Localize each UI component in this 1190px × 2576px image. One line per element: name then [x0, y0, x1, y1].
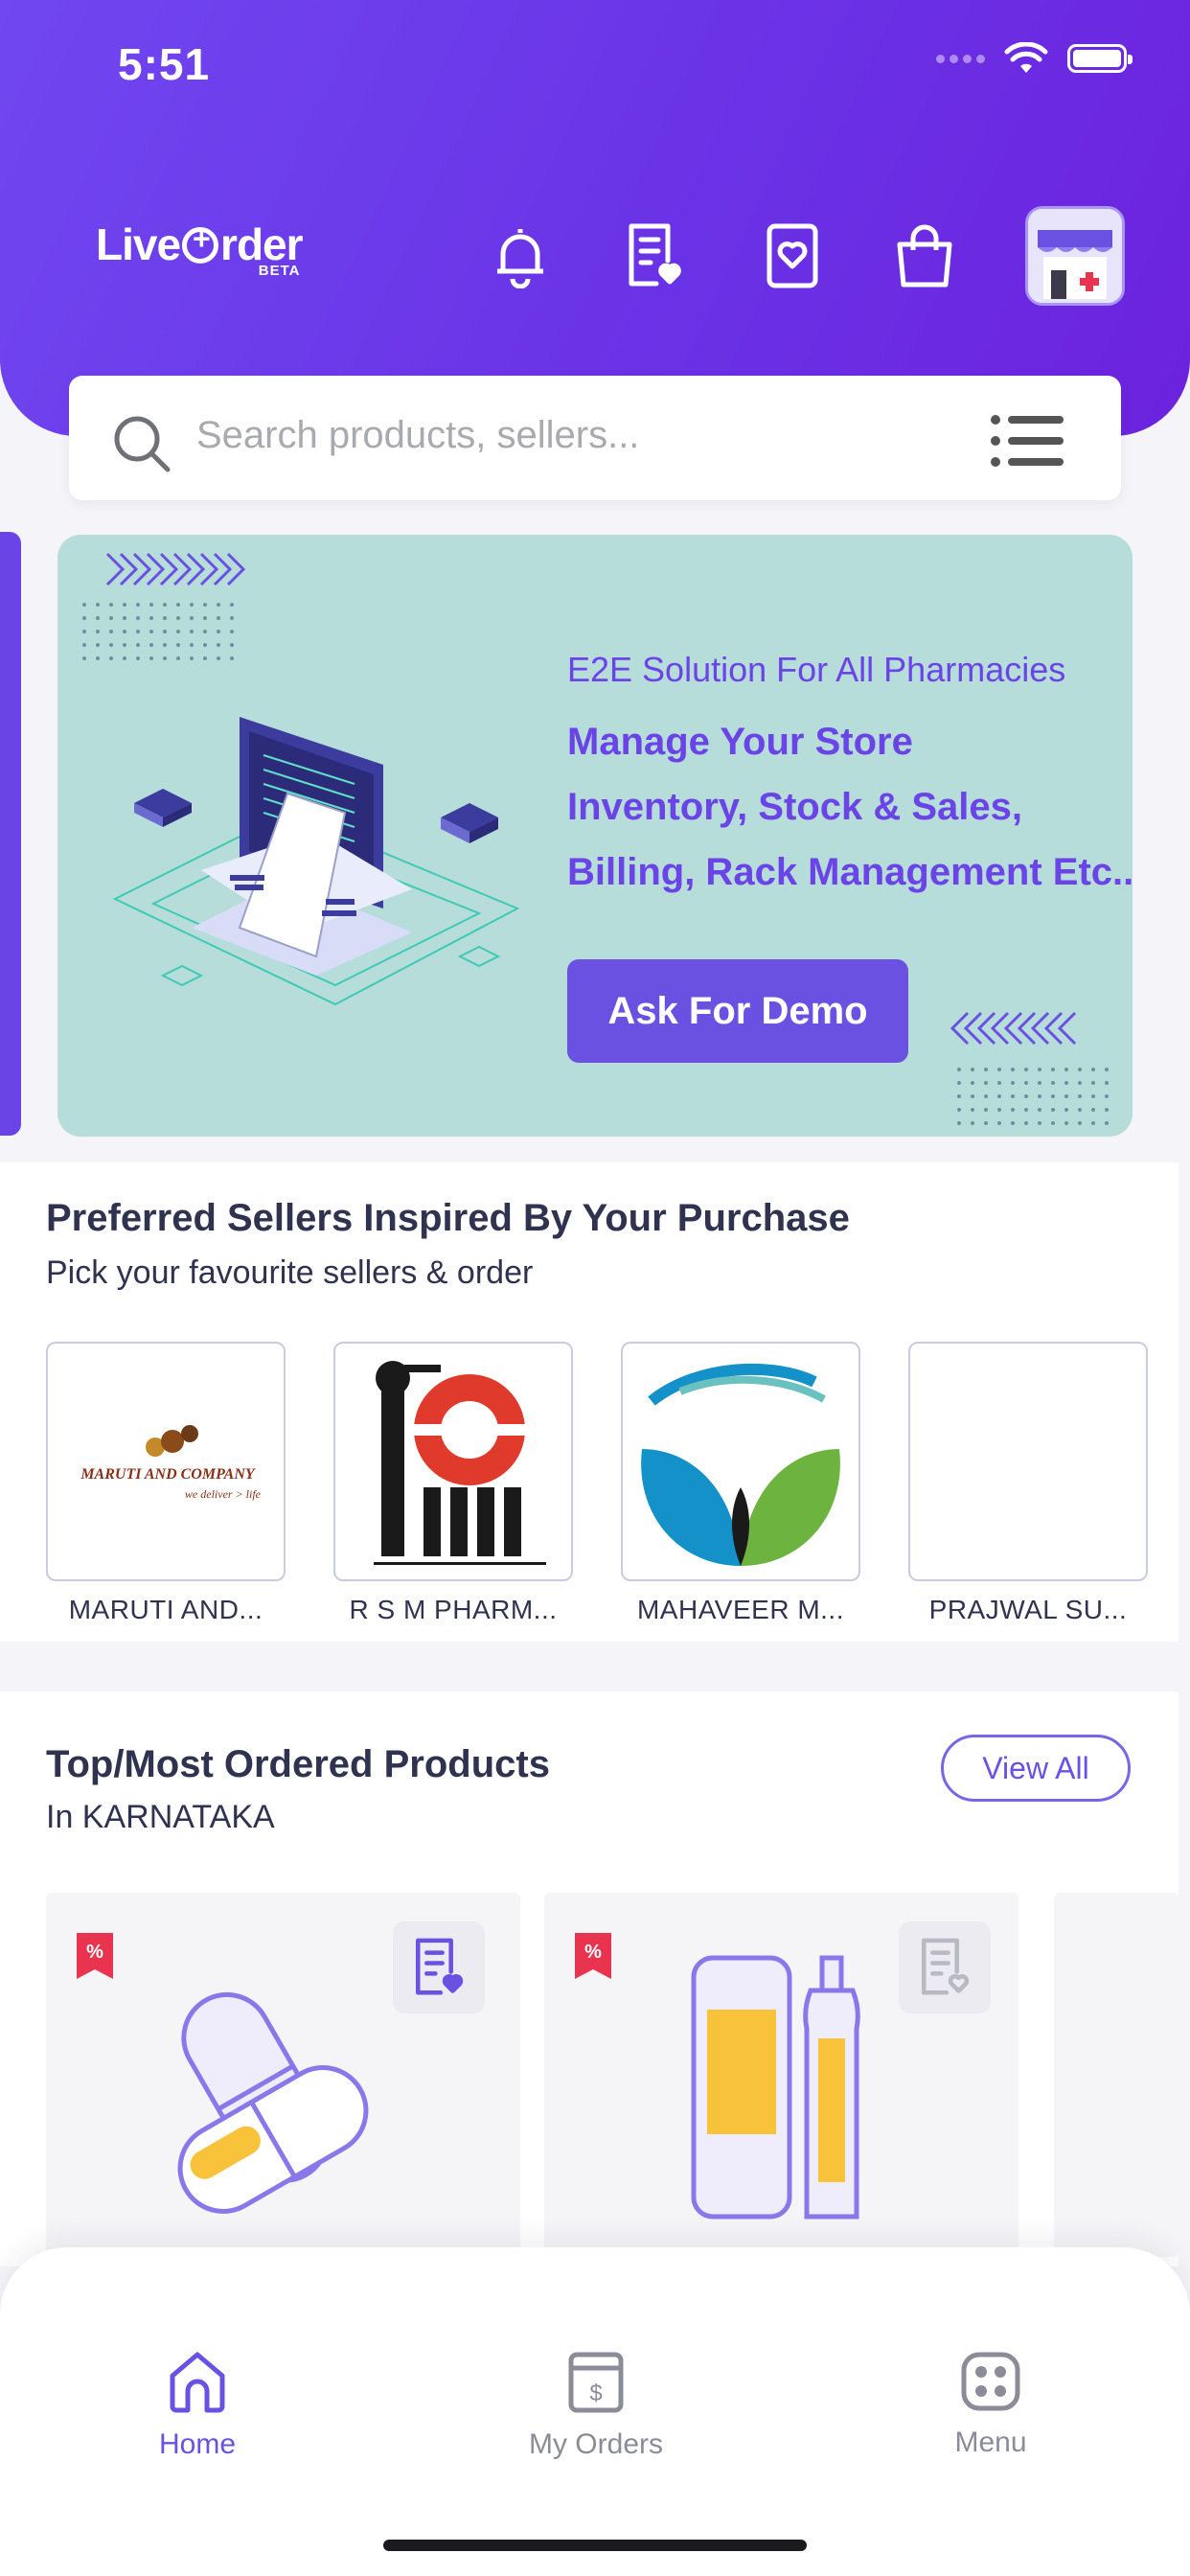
seller-logo: MARUTI AND COMPANY we deliver > life [46, 1342, 286, 1581]
logo-beta: BETA [258, 263, 301, 279]
bottom-navigation: Home $ My Orders Menu [0, 2247, 1190, 2576]
tube-placeholder-icon [691, 1955, 860, 2220]
nav-label: Home [158, 2428, 237, 2460]
search-input[interactable]: Search products, sellers... [196, 414, 639, 457]
billing-laptop-illustration [112, 717, 520, 1006]
discount-badge-icon: % [575, 1933, 611, 1979]
banner-title: Manage Your Store Inventory, Stock & Sal… [567, 709, 1133, 905]
status-time: 5:51 [118, 39, 211, 89]
orders-icon: $ [568, 2352, 624, 2413]
store-avatar[interactable] [1025, 206, 1125, 306]
banner-title-line: Manage Your Store [567, 721, 913, 763]
dots-decoration-bottom [956, 1067, 1110, 1129]
nav-home[interactable]: Home [92, 2351, 303, 2461]
dots-decoration [81, 602, 235, 669]
app-logo: Liverder BETA [96, 218, 304, 279]
discount-badge-icon: % [77, 1933, 113, 1979]
nav-my-orders[interactable]: $ My Orders [491, 2351, 701, 2461]
mahaveer-logo-icon [641, 1363, 840, 1566]
seller-logo [908, 1342, 1148, 1581]
bell-icon[interactable] [487, 222, 554, 289]
section-subtitle: In KARNATAKA [46, 1799, 275, 1835]
nav-label: Menu [954, 2426, 1027, 2458]
svg-text:$: $ [589, 2380, 602, 2406]
home-indicator[interactable] [383, 2540, 807, 2551]
seller-logo-tagline: we deliver > life [184, 1487, 261, 1501]
section-title: Top/Most Ordered Products [46, 1743, 550, 1785]
product-card[interactable]: % [544, 1893, 1018, 2257]
status-icons [936, 42, 1133, 75]
search-bar[interactable]: Search products, sellers... [69, 376, 1121, 500]
search-icon [114, 416, 171, 472]
seller-card[interactable]: MAHAVEER M... [621, 1342, 860, 1625]
seller-card[interactable]: MARUTI AND COMPANY we deliver > life MAR… [46, 1342, 286, 1625]
badge-symbol: % [86, 1942, 103, 1963]
home-icon [170, 2352, 225, 2413]
view-all-button[interactable]: View All [941, 1735, 1131, 1802]
order-list-icon[interactable] [621, 222, 688, 289]
wishlist-icon[interactable] [759, 222, 826, 289]
product-card-partial[interactable] [1054, 1893, 1179, 2257]
maruti-logo-icon [146, 1425, 198, 1457]
seller-logo-text: MARUTI AND COMPANY [80, 1466, 255, 1483]
list-filter-icon[interactable] [991, 414, 1064, 468]
seller-name: R S M PHARM... [349, 1595, 558, 1624]
chevron-decoration [105, 552, 246, 586]
add-to-wishlist-button[interactable] [899, 1921, 991, 2013]
seller-card[interactable]: PRAJWAL SU... [908, 1342, 1148, 1625]
battery-icon [1067, 44, 1133, 73]
shopping-bag-icon[interactable] [891, 222, 958, 289]
previous-banner-edge[interactable] [0, 532, 21, 1136]
chevron-decoration-bottom [950, 1011, 1077, 1046]
seller-name: MARUTI AND... [68, 1595, 263, 1624]
seller-name: MAHAVEER M... [636, 1595, 844, 1624]
seller-name: PRAJWAL SU... [928, 1595, 1128, 1624]
logo-plus-icon [182, 221, 219, 264]
signal-icon [936, 54, 985, 63]
product-card[interactable]: % [46, 1893, 520, 2257]
order-list-icon [415, 1938, 464, 1995]
ask-for-demo-button[interactable]: Ask For Demo [567, 959, 908, 1063]
section-subtitle: Pick your favourite sellers & order [46, 1254, 534, 1291]
banner-subtitle: E2E Solution For All Pharmacies [567, 650, 1066, 689]
logo-text: Live [96, 219, 181, 269]
rsm-logo-icon [374, 1361, 546, 1565]
banner-title-line: Inventory, Stock & Sales, [567, 786, 1022, 828]
capsule-placeholder-icon [177, 1991, 369, 2214]
seller-logo [333, 1342, 573, 1581]
order-list-icon [921, 1938, 970, 1995]
promo-banner[interactable]: E2E Solution For All Pharmacies Manage Y… [57, 535, 1133, 1137]
banner-title-line: Billing, Rack Management Etc... [567, 851, 1133, 893]
app-header: 5:51 Liverder BETA [0, 0, 1190, 436]
menu-grid-icon [961, 2352, 1020, 2411]
section-title: Preferred Sellers Inspired By Your Purch… [46, 1197, 850, 1239]
nav-label: My Orders [528, 2428, 663, 2460]
badge-symbol: % [584, 1942, 602, 1963]
wifi-icon [1004, 42, 1048, 73]
seller-logo [621, 1342, 860, 1581]
nav-menu[interactable]: Menu [885, 2351, 1096, 2459]
seller-card[interactable]: R S M PHARM... [333, 1342, 573, 1625]
